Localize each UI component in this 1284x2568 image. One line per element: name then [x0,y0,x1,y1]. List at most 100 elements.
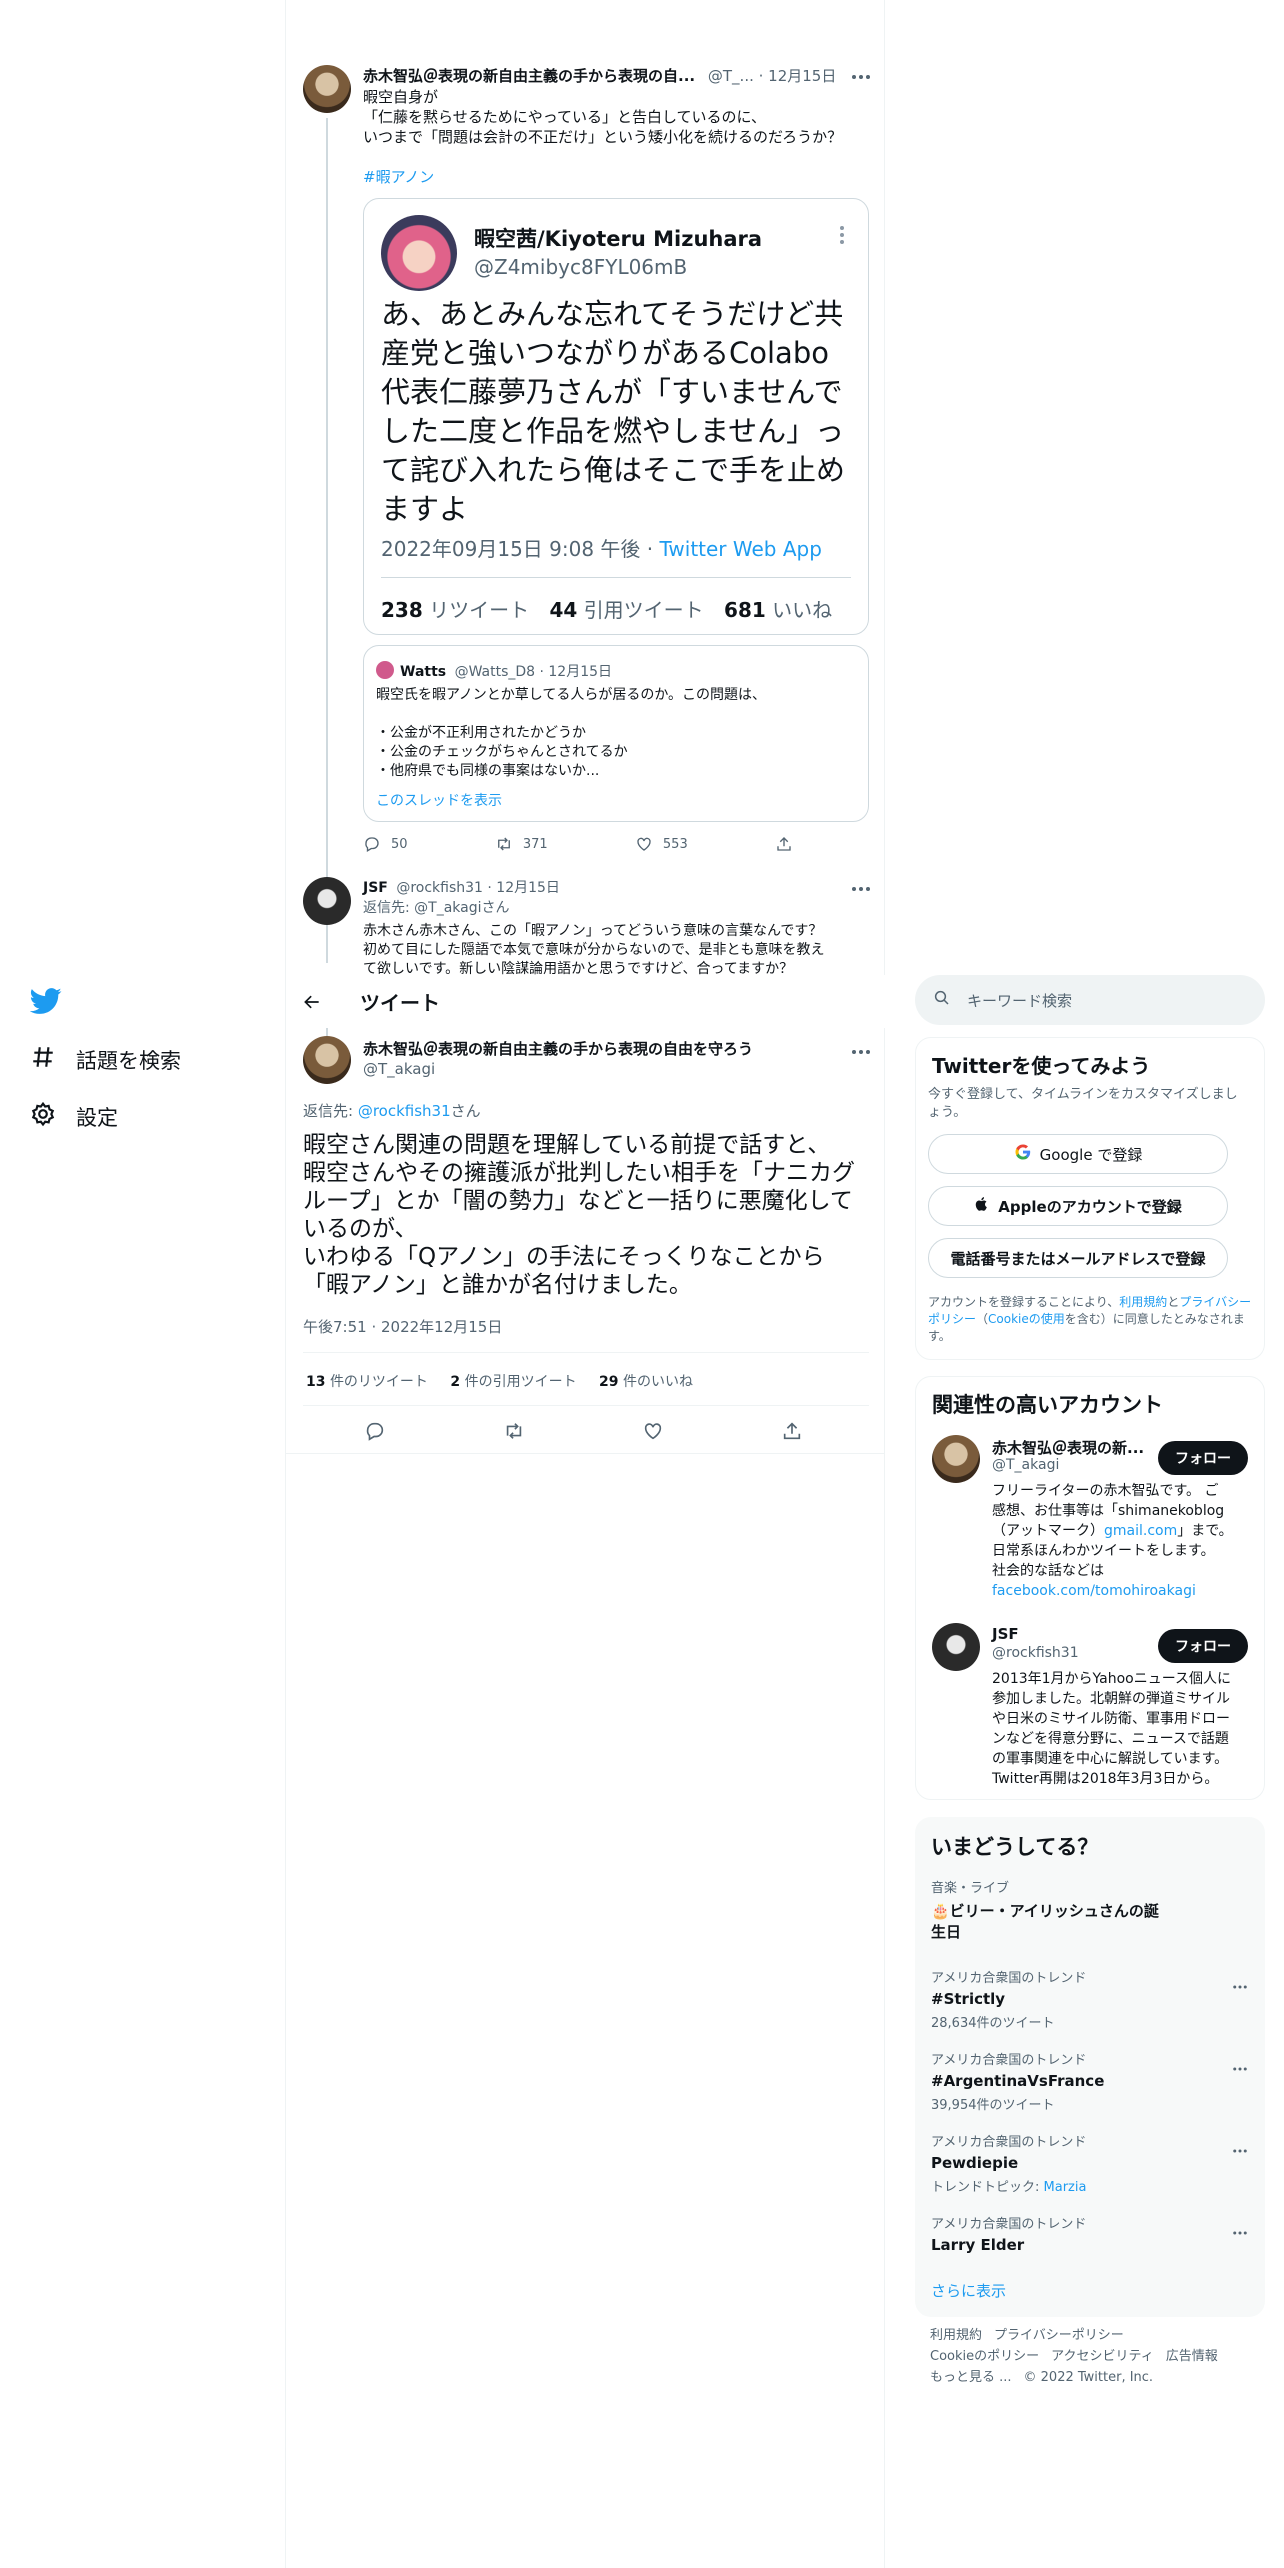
author-name[interactable]: 赤木智弘＠表現の新自由主義の手から表現の自... [363,67,695,85]
quoted-tweet-card[interactable]: Watts @Watts_D8 · 12月15日 暇空氏を暇アノンとか草してる人… [363,645,869,822]
more-icon[interactable] [1231,2059,1249,2078]
avatar[interactable] [303,1036,351,1084]
more-icon[interactable] [849,880,873,892]
google-signup-button[interactable]: Google で登録 [928,1134,1228,1174]
embed-likes-label: いいね [772,598,833,622]
bio-line: の軍事関連を中心に解説しています。 [992,1751,1229,1767]
bio-link[interactable]: facebook.com/tomohiroakagi [992,1581,1252,1601]
legal-text-part: と [1167,1295,1180,1309]
trend-item[interactable]: アメリカ合衆国のトレンド Pewdiepie トレンドトピック: Marzia [931,2131,1251,2195]
back-arrow-icon[interactable] [302,990,326,1014]
footer-copyright: © 2022 Twitter, Inc. [1023,2370,1154,2385]
bio-line: 感想、お仕事等は「shimanekoblog [992,1503,1225,1519]
avatar[interactable] [303,65,351,113]
reply-button[interactable]: 50 [363,835,408,853]
page-title: ツイート [360,991,440,1015]
divider [381,577,851,578]
trend-count: 39,954件のツイート [931,2098,1055,2113]
quote-author-name: Watts [400,664,447,680]
trend-category: アメリカ合衆国のトレンド [931,1971,1087,1986]
cookie-link[interactable]: Cookieの使用 [988,1312,1065,1326]
bio-link[interactable]: gmail.com [1104,1523,1177,1539]
like-button[interactable]: 553 [635,835,688,853]
signup-title: Twitterを使ってみよう [932,1054,1151,1078]
bio-line: フリーライターの赤木智弘です。 ご [992,1483,1219,1499]
embed-author-name: 暇空茜/Kiyoteru Mizuhara [474,227,763,251]
phone-signup-button[interactable]: 電話番号またはメールアドレスで登録 [928,1238,1228,1278]
trend-category: 音楽・ライブ [931,1881,1010,1896]
author-name[interactable]: JSF [363,880,388,896]
search-bar[interactable]: キーワード検索 [915,975,1265,1025]
retweet-button[interactable]: 371 [495,835,548,853]
trend-topic-link[interactable]: Marzia [1044,2180,1087,2195]
nav-explore[interactable]: 話題を検索 [30,1044,181,1075]
more-icon[interactable] [1231,2141,1249,2160]
tweet-text-line: いつまで「問題は会計の不正だけ」という矮小化を続けるのだろうか？ [363,128,843,146]
signup-panel: Twitterを使ってみよう 今すぐ登録して、タイムラインをカスタマイズしましょ… [915,1037,1265,1360]
nav-settings[interactable]: 設定 [30,1101,118,1132]
show-more-link[interactable]: さらに表示 [931,2280,1006,2301]
bio-line: 参加しました。北朝鮮の弾道ミサイル [992,1691,1230,1707]
author-handle[interactable]: @T_akagi [363,1060,435,1078]
tweet-timestamp[interactable]: 午後7:51 · 2022年12月15日 [303,1316,502,1337]
embed-retweets-count: 238 [381,598,423,622]
footer-more[interactable]: もっと見る ... [930,2370,1012,2385]
footer-link-terms[interactable]: 利用規約 [930,2328,982,2343]
more-icon[interactable] [1231,1977,1249,1996]
terms-link[interactable]: 利用規約 [1119,1295,1167,1309]
reply-icon[interactable] [364,1420,386,1446]
tweet-text-line: 「仁藤を黙らせるためにやっている」と告白しているのに、 [363,108,767,126]
retweets-stat[interactable]: 13 件のリツイート [306,1374,428,1390]
share-button[interactable] [775,835,793,853]
footer-link-privacy[interactable]: プライバシーポリシー [994,2328,1124,2343]
search-icon [933,989,951,1011]
follow-button[interactable]: フォロー [1158,1629,1248,1663]
footer-link-accessibility[interactable]: アクセシビリティ [1051,2349,1154,2364]
bio-line: （アットマーク） [992,1523,1104,1539]
embedded-tweet-card[interactable]: 暇空茜/Kiyoteru Mizuhara @Z4mibyc8FYL06mB あ… [363,198,869,635]
footer-link-cookie[interactable]: Cookieのポリシー [930,2349,1039,2364]
quote-text-line: ・他府県でも同様の事案はないか... [376,763,600,779]
nav-settings-label: 設定 [76,1105,118,1130]
tweet-text-line: 暇空さん関連の問題を理解している前提で話すと、 [303,1132,831,1158]
embed-likes-count: 681 [724,598,766,622]
search-input[interactable]: キーワード検索 [967,990,1072,1011]
quote-text-line: ・公金のチェックがちゃんとされてるか [376,744,628,760]
share-icon[interactable] [781,1420,803,1446]
more-icon[interactable] [849,68,873,80]
trend-item[interactable]: 音楽・ライブ 🎂ビリー・アイリッシュさんの誕 生日 [931,1877,1251,1942]
thread-line [326,1028,328,1036]
trend-name: #Strictly [931,1990,1006,2008]
footer-link-ads[interactable]: 広告情報 [1166,2349,1218,2364]
hashtag-link[interactable]: #暇アノン [363,166,434,187]
reply-count: 50 [391,836,408,852]
likes-stat[interactable]: 29 件のいいね [599,1374,693,1390]
heart-icon[interactable] [642,1420,664,1446]
tweet-text-line: 「暇アノン」と誰かが名付けました。 [303,1272,692,1298]
bio-line: 社会的な話などは [992,1563,1104,1579]
more-icon[interactable] [849,1043,873,1055]
quote-text-line: 暇空氏を暇アノンとか草してる人らが居るのか。この問題は、 [376,687,767,703]
author-name[interactable]: 赤木智弘＠表現の新自由主義の手から表現の自由を守ろう [363,1038,753,1059]
apple-signup-button[interactable]: Appleのアカウントで登録 [928,1186,1228,1226]
divider [303,1405,869,1406]
quotes-count: 2 [450,1374,461,1390]
trend-item[interactable]: アメリカ合衆国のトレンド #Strictly 28,634件のツイート [931,1967,1251,2031]
show-thread-link[interactable]: このスレッドを表示 [376,790,502,810]
sidebar-right: キーワード検索 Twitterを使ってみよう 今すぐ登録して、タイムラインをカス… [915,0,1265,2568]
retweet-icon[interactable] [503,1420,525,1446]
embed-stats: 238 リツイート 44 引用ツイート 681 いいね [381,594,832,623]
quotes-stat[interactable]: 2 件の引用ツイート [450,1374,576,1390]
reply-to-handle[interactable]: @rockfish31 [358,1102,451,1120]
avatar[interactable] [303,877,351,925]
thread-line [326,118,328,963]
legal-text: アカウントを登録することにより、利用規約とプライバシーポリシー（Cookieの使… [928,1294,1253,1345]
google-icon [1014,1143,1032,1165]
follow-button[interactable]: フォロー [1158,1441,1248,1475]
reply-icon [365,837,379,852]
twitter-logo-icon[interactable] [29,985,66,1021]
trend-item[interactable]: アメリカ合衆国のトレンド #ArgentinaVsFrance 39,954件の… [931,2049,1251,2113]
trend-item[interactable]: アメリカ合衆国のトレンド Larry Elder [931,2213,1251,2254]
more-icon[interactable] [1231,2223,1249,2242]
account-bio: 2013年1月からYahooニュース個人に 参加しました。北朝鮮の弾道ミサイル … [992,1669,1257,1789]
